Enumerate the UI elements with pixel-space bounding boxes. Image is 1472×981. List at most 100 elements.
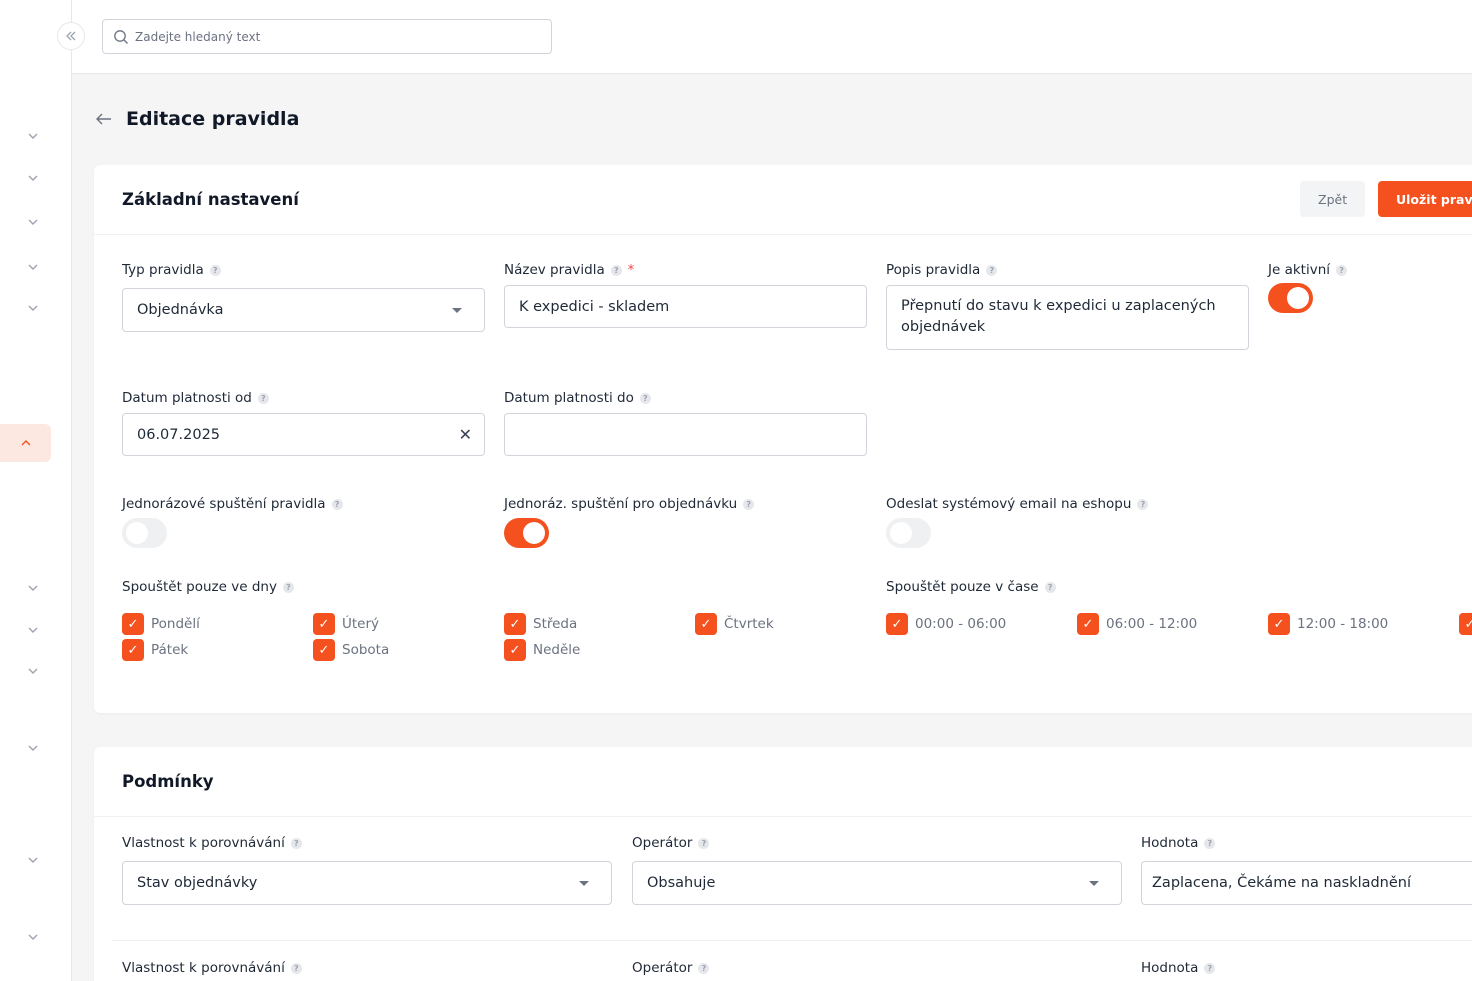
day-checkbox-friday[interactable]: ✓ Pátek [122, 639, 188, 661]
chevron-down-icon[interactable] [24, 928, 42, 946]
sidebar-collapse-button[interactable] [57, 22, 85, 50]
chevron-down-icon[interactable] [24, 127, 42, 145]
save-rule-button[interactable]: Uložit pravidlo [1378, 181, 1472, 217]
operator-label-2: Operátor ? [632, 960, 710, 976]
check-icon: ✓ [122, 613, 144, 635]
help-icon[interactable]: ? [1137, 498, 1149, 510]
chevron-down-icon[interactable] [24, 739, 42, 757]
check-icon: ✓ [122, 639, 144, 661]
valid-from-label: Datum platnosti od ? [122, 390, 269, 406]
rule-type-label: Typ pravidla ? [122, 262, 221, 278]
check-icon: ✓ [886, 613, 908, 635]
help-icon[interactable]: ? [698, 962, 710, 974]
time-checkbox-1[interactable]: ✓ 06:00 - 12:00 [1077, 613, 1197, 635]
chevron-down-icon[interactable] [24, 621, 42, 639]
required-mark: * [627, 262, 635, 278]
help-icon[interactable]: ? [209, 264, 221, 276]
conditions-header: Podmínky [94, 747, 1472, 817]
check-icon: ✓ [313, 639, 335, 661]
check-icon: ✓ [1459, 613, 1472, 635]
chevron-down-icon[interactable] [24, 169, 42, 187]
day-checkbox-monday[interactable]: ✓ Pondělí [122, 613, 200, 635]
back-button[interactable]: Zpět [1300, 181, 1366, 217]
search-input[interactable] [135, 29, 535, 44]
day-checkbox-sunday[interactable]: ✓ Neděle [504, 639, 580, 661]
days-label: Spouštět pouze ve dny ? [122, 579, 294, 595]
chevron-down-icon[interactable] [24, 258, 42, 276]
chevron-down-icon[interactable] [24, 662, 42, 680]
property-label-2: Vlastnost k porovnávání ? [122, 960, 302, 976]
day-checkbox-tuesday[interactable]: ✓ Úterý [313, 613, 379, 635]
clear-icon[interactable]: ✕ [459, 425, 472, 444]
help-icon[interactable]: ? [986, 264, 998, 276]
valid-from-input[interactable]: 06.07.2025 ✕ [122, 413, 485, 456]
rule-name-input[interactable]: K expedici - skladem [504, 285, 867, 328]
topbar [72, 0, 1472, 74]
help-icon[interactable]: ? [1336, 264, 1348, 276]
check-icon: ✓ [1268, 613, 1290, 635]
day-checkbox-saturday[interactable]: ✓ Sobota [313, 639, 389, 661]
one-time-toggle[interactable] [122, 518, 167, 548]
operator-label: Operátor ? [632, 835, 710, 851]
one-time-order-label: Jednoráz. spuštění pro objednávku ? [504, 496, 755, 512]
check-icon: ✓ [504, 639, 526, 661]
operator-select[interactable]: Obsahuje [632, 861, 1122, 905]
basic-settings-title: Základní nastavení [122, 190, 299, 209]
rule-desc-textarea[interactable]: Přepnutí do stavu k expedici u zaplacený… [886, 285, 1249, 350]
help-icon[interactable]: ? [257, 392, 269, 404]
one-time-order-toggle[interactable] [504, 518, 549, 548]
help-icon[interactable]: ? [610, 264, 622, 276]
active-toggle[interactable] [1268, 283, 1313, 313]
help-icon[interactable]: ? [331, 498, 343, 510]
system-email-label: Odeslat systémový email na eshopu ? [886, 496, 1149, 512]
property-label: Vlastnost k porovnávání ? [122, 835, 302, 851]
search-box[interactable] [102, 19, 552, 54]
back-arrow-icon[interactable] [96, 113, 112, 125]
help-icon[interactable]: ? [1044, 581, 1056, 593]
help-icon[interactable]: ? [698, 837, 710, 849]
help-icon[interactable]: ? [282, 581, 294, 593]
rule-type-select[interactable]: Objednávka [122, 288, 485, 332]
sidebar-item-active[interactable] [0, 424, 51, 462]
chevron-down-icon[interactable] [24, 213, 42, 231]
search-icon [114, 29, 128, 44]
rule-desc-label: Popis pravidla ? [886, 262, 998, 278]
time-checkbox-2[interactable]: ✓ 12:00 - 18:00 [1268, 613, 1388, 635]
help-icon[interactable]: ? [743, 498, 755, 510]
caret-down-icon [452, 308, 462, 313]
conditions-divider [112, 940, 1472, 941]
valid-to-label: Datum platnosti do ? [504, 390, 651, 406]
chevron-up-icon [21, 440, 30, 446]
help-icon[interactable]: ? [290, 837, 302, 849]
property-select[interactable]: Stav objednávky [122, 861, 612, 905]
help-icon[interactable]: ? [1204, 837, 1216, 849]
time-checkbox-0[interactable]: ✓ 00:00 - 06:00 [886, 613, 1006, 635]
times-label: Spouštět pouze v čase ? [886, 579, 1056, 595]
one-time-label: Jednorázové spuštění pravidla ? [122, 496, 343, 512]
check-icon: ✓ [1077, 613, 1099, 635]
help-icon[interactable]: ? [1204, 962, 1216, 974]
chevron-down-icon[interactable] [24, 851, 42, 869]
value-label: Hodnota ? [1141, 835, 1216, 851]
rule-name-label: Název pravidla ? * [504, 262, 635, 278]
day-checkbox-thursday[interactable]: ✓ Čtvrtek [695, 613, 774, 635]
day-checkbox-wednesday[interactable]: ✓ Středa [504, 613, 577, 635]
page-title: Editace pravidla [126, 108, 300, 130]
time-checkbox-3[interactable]: ✓ [1459, 613, 1472, 635]
help-icon[interactable]: ? [639, 392, 651, 404]
caret-down-icon [579, 881, 589, 886]
value-label-2: Hodnota ? [1141, 960, 1216, 976]
value-input[interactable]: Zaplacena, Čekáme na naskladnění [1141, 861, 1472, 905]
check-icon: ✓ [313, 613, 335, 635]
conditions-title: Podmínky [122, 772, 214, 791]
system-email-toggle[interactable] [886, 518, 931, 548]
basic-settings-header: Základní nastavení Zpět Uložit pravidlo [94, 165, 1472, 235]
chevron-down-icon[interactable] [24, 299, 42, 317]
check-icon: ✓ [695, 613, 717, 635]
caret-down-icon [1089, 881, 1099, 886]
chevron-down-icon[interactable] [24, 579, 42, 597]
double-chevron-left-icon [66, 31, 76, 41]
help-icon[interactable]: ? [290, 962, 302, 974]
sidebar [0, 0, 72, 981]
valid-to-input[interactable] [504, 413, 867, 456]
